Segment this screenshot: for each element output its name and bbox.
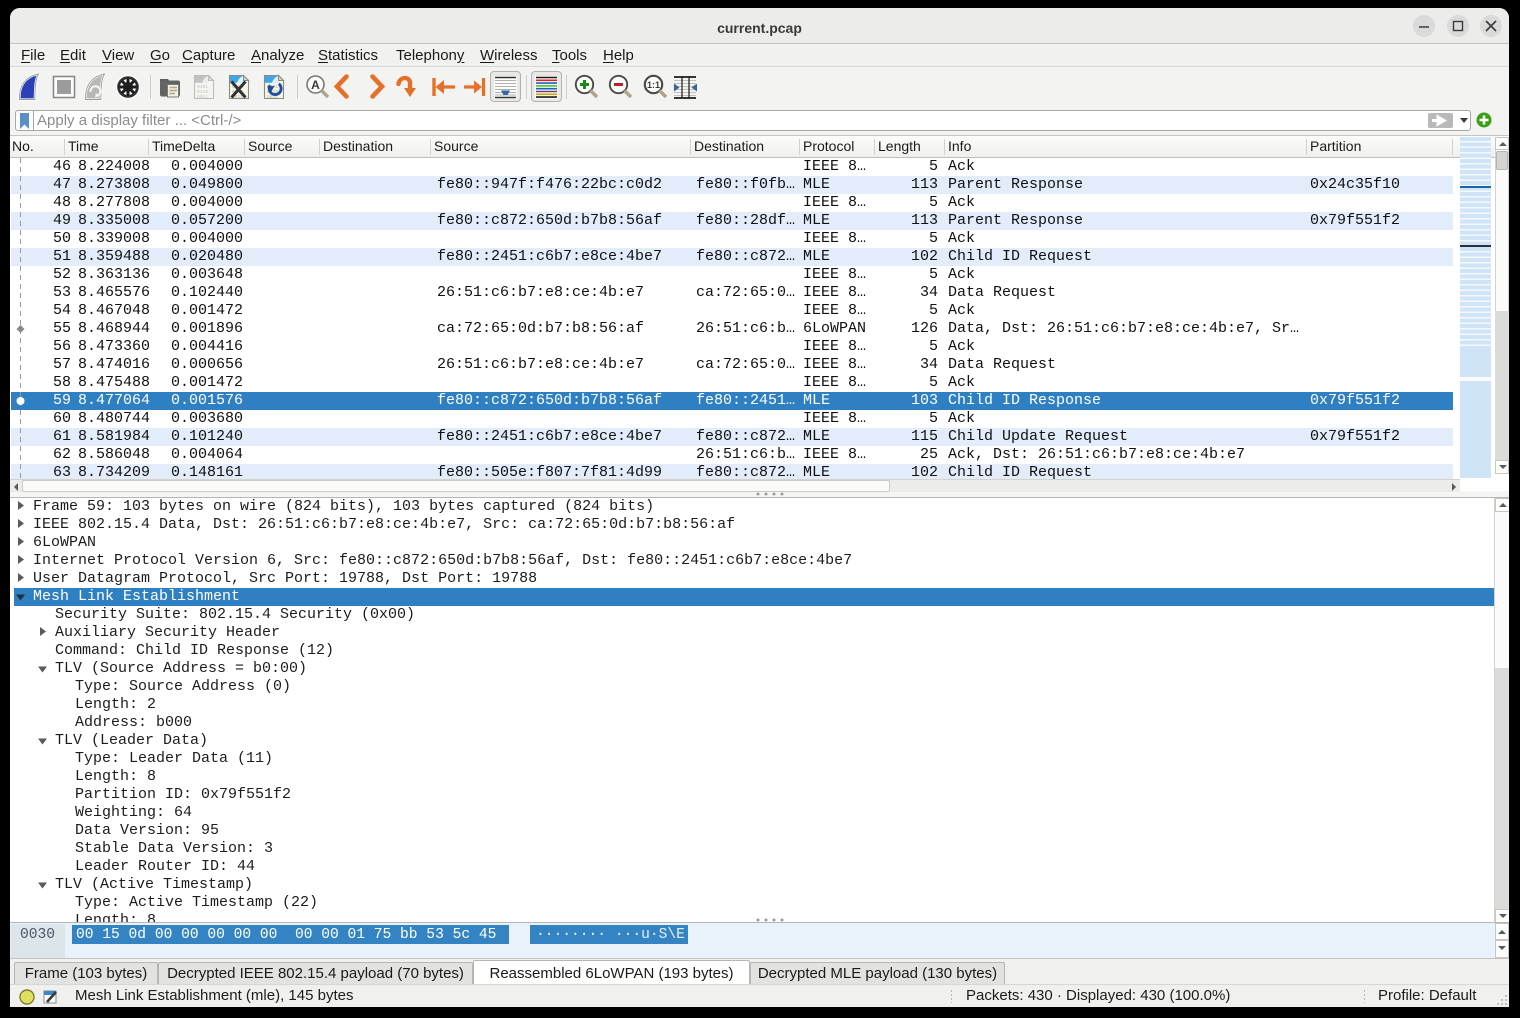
svg-text:1:1: 1:1 — [647, 80, 660, 90]
svg-text:0011: 0011 — [197, 94, 208, 100]
svg-text:A: A — [311, 78, 320, 92]
